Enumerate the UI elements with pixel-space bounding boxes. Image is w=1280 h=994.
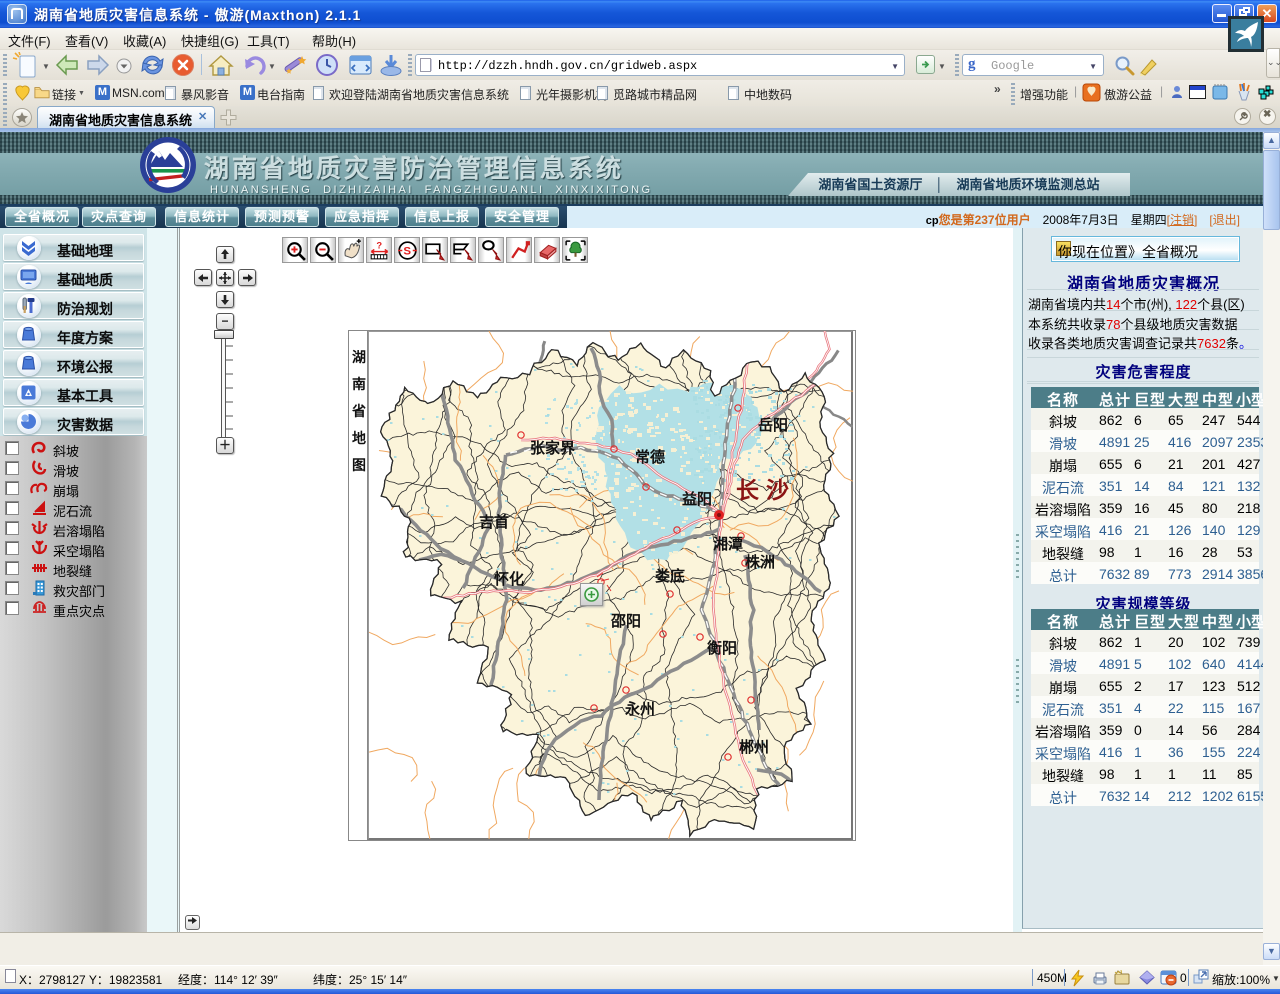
svg-text:怀化: 怀化 xyxy=(494,570,524,588)
svg-text:郴州: 郴州 xyxy=(739,738,769,756)
svg-text:?: ? xyxy=(376,239,382,250)
svg-text:娄底: 娄底 xyxy=(655,567,685,585)
svg-text:S: S xyxy=(403,246,411,258)
svg-text:永州: 永州 xyxy=(624,700,655,718)
svg-text:株洲: 株洲 xyxy=(745,553,775,571)
svg-text:衡阳: 衡阳 xyxy=(707,639,737,657)
svg-text:吉首: 吉首 xyxy=(479,513,509,531)
svg-text:张家界: 张家界 xyxy=(530,439,575,457)
svg-text:岳阳: 岳阳 xyxy=(758,416,788,434)
svg-text:益阳: 益阳 xyxy=(682,490,712,508)
svg-text:长沙: 长沙 xyxy=(736,477,796,503)
svg-text:常德: 常德 xyxy=(635,448,665,466)
svg-text:邵阳: 邵阳 xyxy=(610,613,641,630)
svg-text:湘潭: 湘潭 xyxy=(713,535,743,553)
